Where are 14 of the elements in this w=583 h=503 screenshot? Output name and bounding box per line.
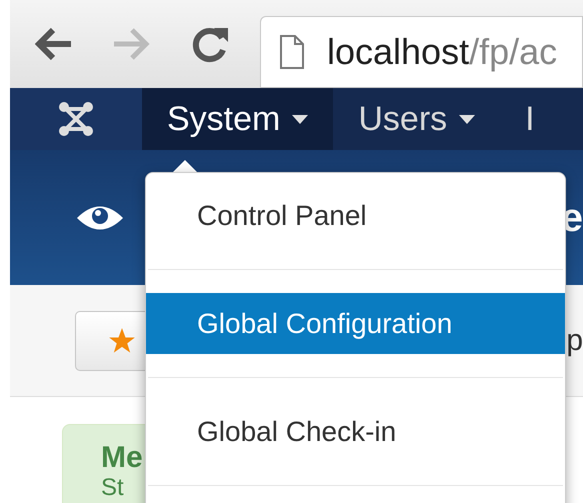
- dropdown-menu-item[interactable]: Control Panel: [146, 185, 565, 246]
- nav-menu-item[interactable]: I: [500, 88, 560, 150]
- logo-icon: [59, 102, 93, 136]
- page-icon: [279, 34, 305, 70]
- dropdown-menu-item[interactable]: Global Check-in: [146, 401, 565, 462]
- nav-menu-item[interactable]: System: [142, 88, 334, 150]
- dropdown-menu-item[interactable]: Global Configuration: [146, 293, 565, 354]
- address-field[interactable]: localhost/fp/ac: [260, 16, 583, 88]
- address-url: localhost/fp/ac: [327, 30, 558, 74]
- message-heading: Me: [101, 441, 144, 475]
- star-icon: [108, 326, 136, 354]
- nav-menu-item[interactable]: Users: [333, 88, 500, 150]
- toolbar-button-label: p: [566, 323, 583, 359]
- message-text: St: [101, 475, 124, 501]
